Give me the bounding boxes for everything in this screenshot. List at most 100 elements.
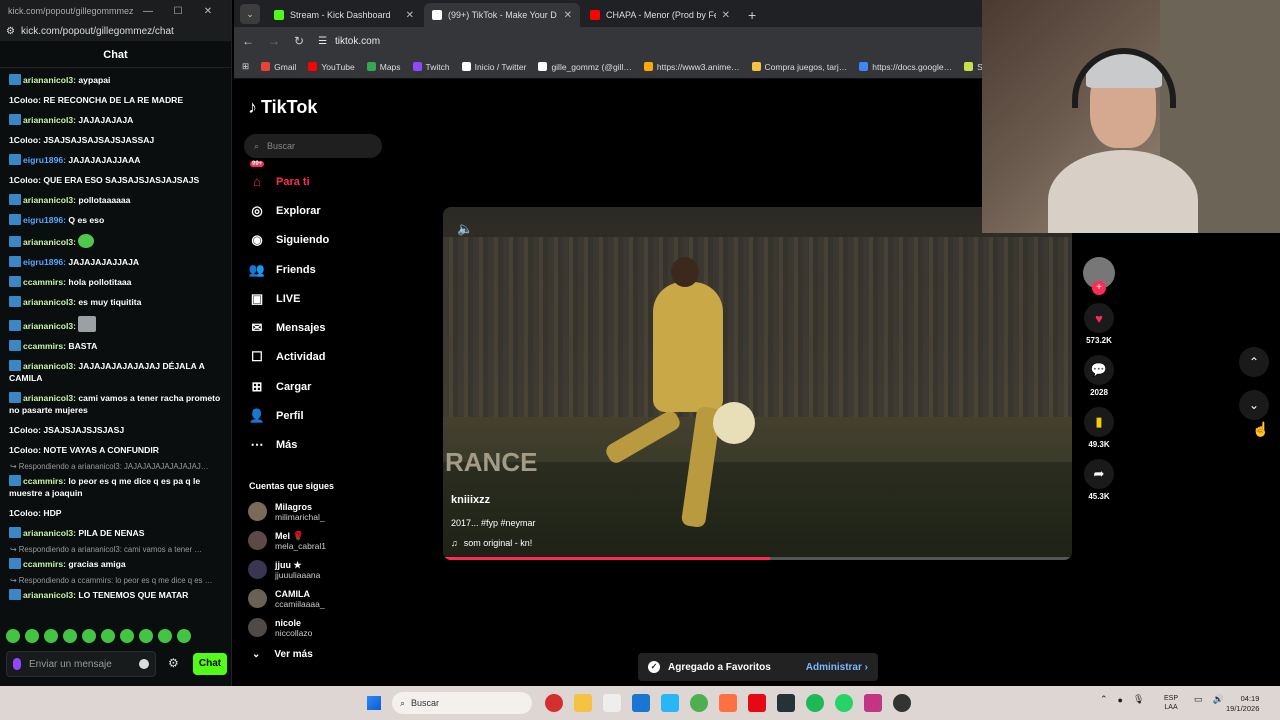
emote-icon[interactable]	[177, 629, 191, 643]
bookmark-item[interactable]: Inicio / Twitter	[461, 62, 526, 72]
see-more-button[interactable]: ⌄ Ver más	[252, 649, 313, 660]
spotify-icon[interactable]	[806, 694, 824, 712]
reload-icon[interactable]: ↻	[294, 34, 304, 48]
mic-icon[interactable]	[13, 658, 21, 670]
sidebar-item-explorar[interactable]: ◎ Explorar	[248, 196, 398, 225]
tab-tiktok[interactable]: (99+) TikTok - Make Your D… ✕	[424, 3, 580, 27]
tab-youtube[interactable]: CHAPA - Menor (Prod by Feich… ✕	[582, 3, 738, 27]
tab-close-icon[interactable]: ✕	[722, 10, 730, 21]
store-icon[interactable]	[603, 694, 621, 712]
chat-username[interactable]: ccammirs:	[23, 277, 66, 287]
chat-username[interactable]: ariananicol3:	[23, 75, 76, 85]
monitor-icon[interactable]: ▭	[1194, 694, 1203, 705]
heart-icon[interactable]: ♥	[1084, 303, 1114, 333]
site-info-icon[interactable]: ⚙	[6, 26, 15, 37]
bookmark-item[interactable]: Maps	[366, 62, 401, 72]
emote-icon[interactable]	[139, 629, 153, 643]
gear-icon[interactable]: ⚙	[168, 656, 179, 670]
share-icon[interactable]: ➦	[1084, 459, 1114, 489]
app-icon[interactable]	[719, 694, 737, 712]
tiktok-logo[interactable]: ♪ TikTok	[248, 97, 317, 118]
close-icon[interactable]: ✕	[193, 6, 223, 17]
chat-username[interactable]: eigru1896:	[23, 215, 66, 225]
emote-icon[interactable]	[44, 629, 58, 643]
chat-username[interactable]: 1Coloo:	[9, 508, 41, 518]
sidebar-item-m-s[interactable]: ⋯ Más	[248, 431, 398, 460]
chat-username[interactable]: ariananicol3:	[23, 321, 76, 331]
video-progress-bar[interactable]	[443, 557, 1072, 560]
chevron-up-icon[interactable]: ⌃	[1100, 694, 1108, 705]
creator-avatar[interactable]: +	[1083, 257, 1115, 295]
video-author[interactable]: kniiixzz	[451, 494, 490, 506]
app-icon[interactable]	[545, 694, 563, 712]
emote-icon[interactable]	[82, 629, 96, 643]
share-action[interactable]: ➦ 45.3K	[1084, 459, 1114, 501]
netflix-icon[interactable]	[748, 694, 766, 712]
chat-username[interactable]: ariananicol3:	[23, 528, 76, 538]
bookmark-item[interactable]: https://www3.anime…	[643, 62, 740, 72]
bookmark-item[interactable]: https://docs.google…	[859, 62, 952, 72]
bookmark-item[interactable]: Gmail	[261, 62, 296, 72]
tab-close-icon[interactable]: ✕	[564, 10, 572, 21]
app-icon[interactable]	[661, 694, 679, 712]
maximize-icon[interactable]: ☐	[163, 6, 193, 17]
emote-icon[interactable]	[6, 629, 20, 643]
taskbar-search[interactable]: ⌕ Buscar	[392, 692, 532, 714]
emote-icon[interactable]	[101, 629, 115, 643]
bookmark-item[interactable]: gille_gommz (@gill…	[538, 62, 632, 72]
chat-username[interactable]: ariananicol3:	[23, 590, 76, 600]
next-video-button[interactable]: ⌄	[1239, 390, 1269, 420]
manage-favorites-link[interactable]: Administrar ›	[806, 662, 868, 673]
sidebar-item-cargar[interactable]: ⊞ Cargar	[248, 372, 398, 401]
emote-icon[interactable]	[158, 629, 172, 643]
emote-icon[interactable]	[63, 629, 77, 643]
follow-plus-icon[interactable]: +	[1092, 281, 1106, 295]
video-player[interactable]: RANCE 🔈 kniiixzz 2017... #fyp #neymar ♫ …	[443, 207, 1072, 560]
search-input[interactable]: ⌕ Buscar	[244, 134, 382, 158]
chat-username[interactable]: ariananicol3:	[23, 393, 76, 403]
minimize-icon[interactable]: —	[133, 6, 163, 17]
network-icon[interactable]: ●	[1118, 695, 1123, 705]
emote-icon[interactable]	[120, 629, 134, 643]
site-info-icon[interactable]: ☰	[318, 36, 327, 47]
taskbar-clock[interactable]: 04:19 19/1/2026	[1226, 694, 1259, 714]
forward-icon[interactable]: →	[268, 34, 280, 48]
chat-username[interactable]: eigru1896:	[23, 155, 66, 165]
windows-start-icon[interactable]	[367, 696, 381, 710]
volume-icon[interactable]: 🔊	[1213, 694, 1224, 705]
sidebar-item-perfil[interactable]: 👤 Perfil	[248, 401, 398, 430]
following-account[interactable]: CAMILA ccamiilaaaa_	[248, 584, 326, 613]
bookmark-item[interactable]: Twitch	[412, 62, 450, 72]
comment-action[interactable]: 💬 2028	[1084, 355, 1114, 397]
sidebar-item-friends[interactable]: 👥 Friends	[248, 255, 398, 284]
chat-username[interactable]: 1Coloo:	[9, 425, 41, 435]
instagram-icon[interactable]	[864, 694, 882, 712]
video-sound[interactable]: ♫ som original - kn!	[451, 538, 532, 548]
chat-username[interactable]: ariananicol3:	[23, 297, 76, 307]
language-indicator[interactable]: ESP LAA	[1164, 694, 1178, 712]
previous-video-button[interactable]: ⌃	[1239, 347, 1269, 377]
chat-username[interactable]: eigru1896:	[23, 257, 66, 267]
like-action[interactable]: ♥ 573.2K	[1084, 303, 1114, 345]
comment-icon[interactable]: 💬	[1084, 355, 1114, 385]
app-icon[interactable]	[632, 694, 650, 712]
chrome-icon[interactable]	[690, 694, 708, 712]
chat-username[interactable]: 1Coloo:	[9, 175, 41, 185]
chat-username[interactable]: ccammirs:	[23, 559, 66, 569]
app-icon[interactable]	[777, 694, 795, 712]
tab-kick-dashboard[interactable]: Stream - Kick Dashboard ✕	[266, 3, 422, 27]
volume-icon[interactable]: 🔈	[457, 221, 473, 237]
bookmark-icon[interactable]: ▮	[1084, 407, 1114, 437]
save-action[interactable]: ▮ 49.3K	[1084, 407, 1114, 449]
chat-username[interactable]: 1Coloo:	[9, 445, 41, 455]
bookmark-item[interactable]: Compra juegos, tarj…	[751, 62, 847, 72]
chat-username[interactable]: ariananicol3:	[23, 195, 76, 205]
send-chat-button[interactable]: Chat	[193, 653, 227, 675]
video-caption[interactable]: 2017... #fyp #neymar	[451, 518, 536, 528]
chat-username[interactable]: ariananicol3:	[23, 237, 76, 247]
following-account[interactable]: nicole niccollazo	[248, 613, 326, 642]
following-account[interactable]: Mel 🌹 mela_cabral1	[248, 526, 326, 555]
sidebar-item-siguiendo[interactable]: ◉ Siguiendo	[248, 226, 398, 255]
sidebar-item-live[interactable]: ▣ LIVE	[248, 284, 398, 313]
apps-grid-icon[interactable]: ⊞	[242, 61, 249, 72]
